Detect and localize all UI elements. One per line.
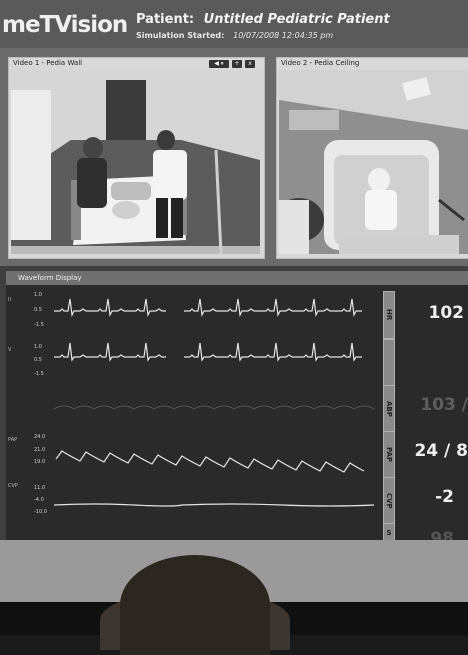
spo2-button-label: S — [386, 529, 392, 537]
monitor-screen: meTVision Patient: Untitled Pediatric Pa… — [0, 0, 468, 540]
spo2-button[interactable]: S — [383, 523, 395, 540]
scale-tick: -10.0 — [34, 509, 47, 515]
cvp-button[interactable]: CVP — [383, 477, 395, 525]
video-panel-pedia-wall: Video 1 - Pedia Wall ◀ ⏸ + x — [8, 57, 265, 259]
simulation-info: Simulation Started: 10/07/2008 12:04:35 … — [136, 31, 333, 40]
scale-tick: 24.0 — [34, 434, 46, 440]
waveform-channel-ecg-v: V 1.0 0.5 -1.5 — [6, 339, 384, 389]
scale-tick: -1.5 — [34, 322, 44, 328]
lead-v-button[interactable] — [383, 339, 395, 387]
pap-button[interactable]: PAP — [383, 431, 395, 479]
scale-tick: -1.5 — [34, 371, 44, 377]
simulation-label: Simulation Started: — [136, 31, 225, 40]
waveform-channel-ecg-ii: II 1.0 0.5 -1.5 — [6, 287, 384, 337]
app-header: meTVision Patient: Untitled Pediatric Pa… — [0, 0, 468, 48]
spo2-value: 98 — [430, 529, 454, 540]
lead-label: II — [8, 297, 11, 303]
scale-tick: -4.0 — [34, 497, 44, 503]
scale-tick: 0.5 — [34, 307, 42, 313]
scale-tick: 1.0 — [34, 344, 42, 350]
waveform-channel-cvp: CVP 11.0 -4.0 -10.0 — [6, 475, 384, 525]
scale-tick: 19.0 — [34, 459, 46, 465]
ecg-ii-trace — [54, 298, 362, 318]
patient-label: Patient: — [136, 12, 195, 27]
hr-value: 102 — [428, 303, 465, 323]
scale-tick: 0.5 — [34, 357, 42, 363]
abp-button-label: ABP — [385, 401, 393, 417]
video-image-wall — [11, 70, 260, 254]
video-feed-wall[interactable] — [11, 70, 260, 254]
hr-button[interactable]: HR — [383, 291, 395, 339]
pap-value: 24 / 8 — [414, 441, 468, 461]
video-area: Video 1 - Pedia Wall ◀ ⏸ + x Video 2 - P… — [0, 48, 468, 266]
simulation-time: 10/07/2008 12:04:35 pm — [233, 31, 334, 40]
video-panel-pedia-ceiling: Video 2 - Pedia Ceiling — [276, 57, 468, 259]
abp-button[interactable]: ABP — [383, 385, 395, 433]
lead-label: CVP — [8, 483, 18, 489]
scale-tick: 21.0 — [34, 447, 46, 453]
zoom-in-button[interactable]: + — [232, 60, 242, 68]
audience-hair — [120, 555, 270, 655]
playback-control-button[interactable]: ◀ ⏸ — [209, 60, 229, 68]
pap-button-label: PAP — [385, 447, 393, 463]
scale-tick: 1.0 — [34, 292, 42, 298]
waveform-display: Waveform Display II 1.0 0.5 -1.5 HR 102 … — [6, 271, 468, 540]
video-title: Video 1 - Pedia Wall — [13, 59, 83, 67]
hr-button-label: HR — [385, 309, 393, 321]
scale-tick: 11.0 — [34, 485, 46, 491]
lead-label: V — [8, 347, 12, 353]
video-image-ceiling — [279, 70, 468, 254]
pap-trace — [55, 450, 365, 473]
waveform-channel-pap: PAP 24.0 21.0 19.0 — [6, 429, 384, 479]
patient-name: Untitled Pediatric Patient — [203, 12, 390, 27]
waveform-title: Waveform Display — [6, 271, 468, 285]
patient-info: Patient: Untitled Pediatric Patient — [136, 12, 390, 27]
app-logo: meTVision — [2, 12, 128, 38]
cvp-trace — [53, 503, 375, 507]
cvp-value: -2 — [435, 487, 454, 507]
video-title: Video 2 - Pedia Ceiling — [281, 59, 360, 67]
abp-value: 103 / — [420, 395, 468, 415]
ecg-v-trace — [54, 342, 362, 362]
close-video-button[interactable]: x — [245, 60, 255, 68]
cvp-button-label: CVP — [385, 493, 393, 509]
video-feed-ceiling[interactable] — [279, 70, 468, 254]
lead-label: PAP — [8, 437, 18, 443]
